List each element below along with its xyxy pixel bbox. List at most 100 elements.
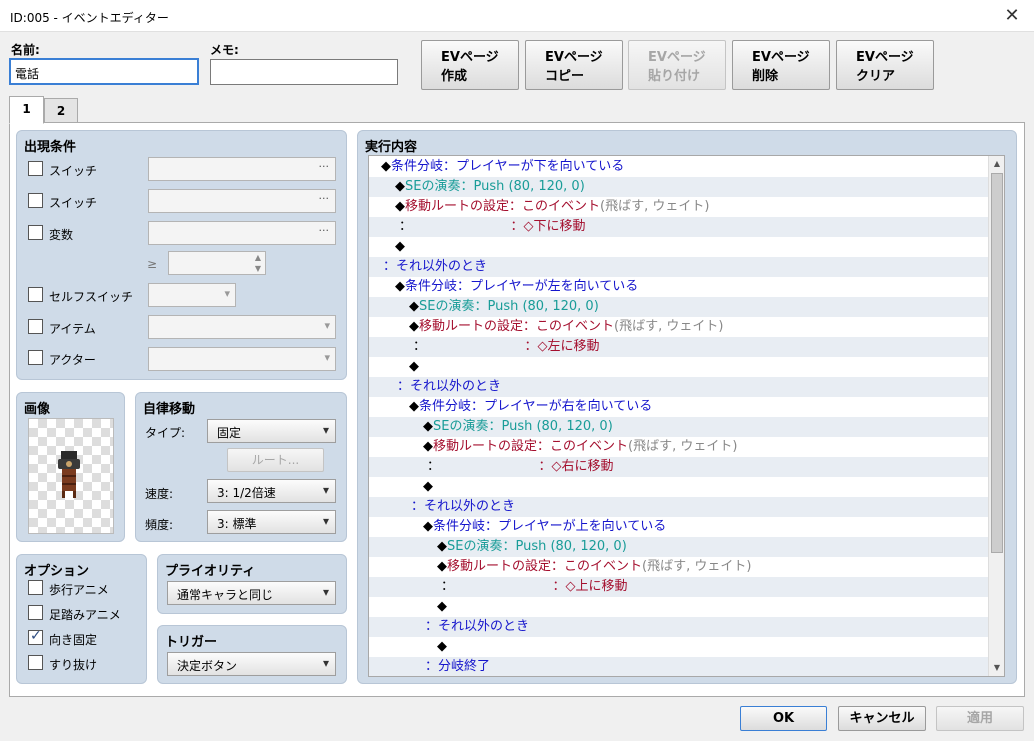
trigger-title: トリガー — [165, 635, 218, 650]
apply-button[interactable]: 適用 — [936, 706, 1024, 731]
event-command-list[interactable]: ◆条件分岐：プレイヤーが下を向いている ◆SEの演奏：Push (80, 120… — [368, 155, 1005, 677]
event-image-preview[interactable] — [28, 418, 114, 534]
actor-checkbox[interactable] — [28, 350, 43, 365]
list-item[interactable]: ：それ以外のとき — [369, 497, 989, 517]
scrollbar-thumb[interactable] — [991, 173, 1003, 553]
trigger-select[interactable]: 決定ボタン — [167, 652, 336, 676]
switch1-field[interactable] — [148, 157, 336, 181]
ev-page-clear-button[interactable]: EVページクリア — [836, 40, 934, 90]
list-item[interactable]: ◆ — [369, 237, 989, 257]
list-item[interactable]: ◆条件分岐：プレイヤーが左を向いている — [369, 277, 989, 297]
window-title: ID:005 - イベントエディター — [10, 11, 169, 25]
variable-value-spinner[interactable]: ▲ ▼ — [168, 251, 266, 275]
variable-field[interactable] — [148, 221, 336, 245]
list-item[interactable]: ◆ — [369, 477, 989, 497]
speed-label: 速度: — [145, 487, 174, 501]
list-item[interactable]: ：それ以外のとき — [369, 257, 989, 277]
ev-delete-line1: EVページ — [752, 50, 810, 65]
tab-page-1[interactable]: 1 — [9, 96, 44, 124]
list-item[interactable]: ◆移動ルートの設定：このイベント(飛ばす, ウェイト) — [369, 437, 989, 457]
through-checkbox[interactable] — [28, 655, 43, 670]
direction-fix-checkbox[interactable] — [28, 628, 43, 645]
name-label: 名前: — [11, 43, 40, 57]
ev-page-create-button[interactable]: EVページ作成 — [421, 40, 519, 90]
ev-copy-line2: コピー — [545, 69, 585, 84]
list-item[interactable]: ◆SEの演奏：Push (80, 120, 0) — [369, 537, 989, 557]
ev-page-copy-button[interactable]: EVページコピー — [525, 40, 623, 90]
spinner-arrows-icon[interactable]: ▲ ▼ — [255, 252, 261, 274]
ev-paste-line2: 貼り付け — [648, 69, 701, 84]
switch1-checkbox[interactable] — [28, 161, 43, 176]
scroll-up-icon[interactable]: ▲ — [990, 157, 1004, 171]
stepping-anime-checkbox[interactable] — [28, 605, 43, 620]
vertical-scrollbar[interactable]: ▲ ▼ — [988, 156, 1004, 676]
list-item[interactable]: ◆条件分岐：プレイヤーが下を向いている — [369, 157, 989, 177]
ok-button[interactable]: OK — [740, 706, 827, 731]
list-item[interactable]: ◆ — [369, 357, 989, 377]
walking-anime-checkbox[interactable] — [28, 580, 43, 595]
name-input[interactable]: 電話 — [9, 58, 199, 85]
scroll-down-icon[interactable]: ▼ — [990, 661, 1004, 675]
list-item[interactable]: ◆条件分岐：プレイヤーが右を向いている — [369, 397, 989, 417]
memo-label: メモ: — [210, 43, 239, 57]
actor-select[interactable] — [148, 347, 336, 371]
frequency-label: 頻度: — [145, 518, 174, 532]
cancel-button[interactable]: キャンセル — [838, 706, 926, 731]
direction-fix-label: 向き固定 — [49, 633, 98, 647]
type-label: タイプ: — [145, 426, 186, 440]
gte-symbol: ≥ — [147, 257, 158, 271]
frequency-select[interactable]: 3: 標準 — [207, 510, 336, 534]
priority-select[interactable]: 通常キャラと同じ — [167, 581, 336, 605]
walking-anime-label: 歩行アニメ — [49, 583, 109, 597]
ev-page-paste-button[interactable]: EVページ貼り付け — [628, 40, 726, 90]
list-item[interactable]: ：：◇下に移動 — [369, 217, 989, 237]
list-item[interactable]: ◆SEの演奏：Push (80, 120, 0) — [369, 177, 989, 197]
autonomous-title: 自律移動 — [143, 402, 196, 417]
stepping-anime-label: 足踏みアニメ — [49, 608, 121, 622]
list-item[interactable]: ◆SEの演奏：Push (80, 120, 0) — [369, 297, 989, 317]
list-item[interactable]: ：：◇左に移動 — [369, 337, 989, 357]
contents-title: 実行内容 — [365, 140, 418, 155]
list-item[interactable]: ◆ — [369, 597, 989, 617]
list-item[interactable]: ：それ以外のとき — [369, 377, 989, 397]
ev-clear-line2: クリア — [856, 69, 896, 84]
self-switch-select[interactable] — [148, 283, 236, 307]
list-item[interactable]: ：：◇上に移動 — [369, 577, 989, 597]
memo-input[interactable] — [210, 59, 398, 85]
switch2-label: スイッチ — [49, 196, 98, 210]
list-item[interactable]: ：分岐終了 — [369, 657, 989, 676]
variable-checkbox[interactable] — [28, 225, 43, 240]
ev-page-delete-button[interactable]: EVページ削除 — [732, 40, 830, 90]
image-title: 画像 — [24, 402, 51, 417]
ev-clear-line1: EVページ — [856, 50, 914, 65]
self-switch-checkbox[interactable] — [28, 287, 43, 302]
title-bar: ID:005 - イベントエディター ✕ — [0, 0, 1034, 32]
list-item[interactable]: ◆移動ルートの設定：このイベント(飛ばす, ウェイト) — [369, 317, 989, 337]
list-item[interactable]: ：それ以外のとき — [369, 617, 989, 637]
switch1-label: スイッチ — [49, 164, 98, 178]
switch2-field[interactable] — [148, 189, 336, 213]
ev-create-line2: 作成 — [441, 69, 468, 84]
tab-page-2[interactable]: 2 — [44, 98, 78, 122]
speed-select[interactable]: 3: 1/2倍速 — [207, 479, 336, 503]
list-item[interactable]: ◆移動ルートの設定：このイベント(飛ばす, ウェイト) — [369, 197, 989, 217]
list-item[interactable]: ◆条件分岐：プレイヤーが上を向いている — [369, 517, 989, 537]
priority-title: プライオリティ — [165, 564, 256, 579]
item-select[interactable] — [148, 315, 336, 339]
ev-delete-line2: 削除 — [752, 69, 779, 84]
list-item[interactable]: ◆移動ルートの設定：このイベント(飛ばす, ウェイト) — [369, 557, 989, 577]
list-item[interactable]: ◆SEの演奏：Push (80, 120, 0) — [369, 417, 989, 437]
telephone-sprite-icon — [58, 451, 80, 498]
options-title: オプション — [24, 564, 90, 579]
item-checkbox[interactable] — [28, 319, 43, 334]
ev-create-line1: EVページ — [441, 50, 499, 65]
ev-paste-line1: EVページ — [648, 50, 706, 65]
item-label: アイテム — [49, 322, 96, 336]
type-select[interactable]: 固定 — [207, 419, 336, 443]
close-icon[interactable]: ✕ — [1000, 4, 1024, 28]
list-item[interactable]: ：：◇右に移動 — [369, 457, 989, 477]
switch2-checkbox[interactable] — [28, 193, 43, 208]
ev-copy-line1: EVページ — [545, 50, 603, 65]
list-item[interactable]: ◆ — [369, 637, 989, 657]
route-button[interactable]: ルート... — [227, 448, 324, 472]
